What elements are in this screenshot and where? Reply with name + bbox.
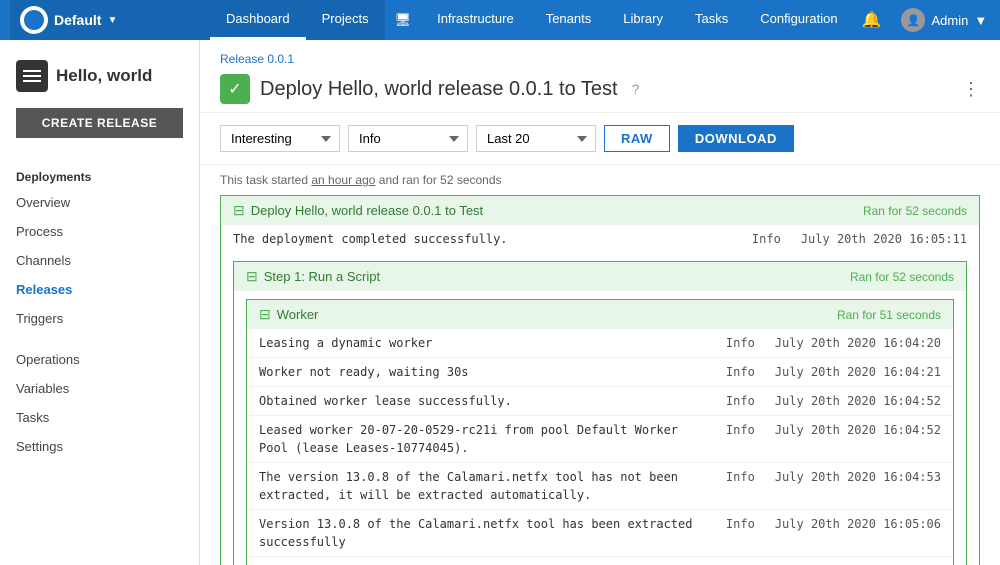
sidebar-project-title: Hello, world: [56, 66, 152, 86]
step1-collapse-icon[interactable]: ⊟: [246, 268, 258, 285]
nav-items: Dashboard Projects 🖥 Infrastructure Tena…: [210, 0, 854, 40]
nav-configuration[interactable]: Configuration: [744, 0, 853, 40]
deployment-title: Deploy Hello, world release 0.0.1 to Tes…: [260, 78, 618, 101]
info-select[interactable]: Info: [348, 125, 468, 152]
nav-right: 🔔 👤 Admin ▼: [854, 8, 996, 32]
raw-button[interactable]: RAW: [604, 125, 670, 152]
deployment-header: Release 0.0.1 ✓ Deploy Hello, world rele…: [200, 40, 1000, 113]
last-select[interactable]: Last 20: [476, 125, 596, 152]
log-entry: Hello, World! Info July 20th 2020 16:05:…: [247, 556, 953, 565]
sidebar-item-triggers[interactable]: Triggers: [0, 304, 199, 333]
sidebar-item-process[interactable]: Process: [0, 217, 199, 246]
user-menu[interactable]: 👤 Admin ▼: [893, 8, 995, 32]
sidebar: Hello, world CREATE RELEASE Deployments …: [0, 40, 200, 565]
log-section-step1-duration: Ran for 52 seconds: [850, 270, 954, 284]
deployment-title-row: ✓ Deploy Hello, world release 0.0.1 to T…: [220, 74, 980, 104]
layout: Hello, world CREATE RELEASE Deployments …: [0, 40, 1000, 565]
brand-name: Default: [54, 12, 101, 28]
project-icon: [16, 60, 48, 92]
sidebar-item-releases[interactable]: Releases: [0, 275, 199, 304]
log-level-select[interactable]: Interesting: [220, 125, 340, 152]
sidebar-item-tasks[interactable]: Tasks: [0, 403, 199, 432]
log-section-main: ⊟ Deploy Hello, world release 0.0.1 to T…: [220, 195, 980, 565]
filter-bar: Interesting Info Last 20 RAW DOWNLOAD: [200, 113, 1000, 165]
log-section-step1-title: ⊟ Step 1: Run a Script: [246, 268, 380, 285]
nav-projects[interactable]: Projects: [306, 0, 385, 40]
log-entry: Obtained worker lease successfully. Info…: [247, 386, 953, 415]
sidebar-item-variables[interactable]: Variables: [0, 374, 199, 403]
brand-dropdown-icon: ▼: [107, 15, 117, 26]
brand-area[interactable]: Default ▼: [10, 0, 210, 40]
log-entry: The version 13.0.8 of the Calamari.netfx…: [247, 462, 953, 509]
log-section-main-duration: Ran for 52 seconds: [863, 204, 967, 218]
breadcrumb[interactable]: Release 0.0.1: [220, 52, 980, 66]
deployments-title: Deployments: [0, 160, 199, 188]
nav-tasks[interactable]: Tasks: [679, 0, 744, 40]
sidebar-item-operations[interactable]: Operations: [0, 345, 199, 374]
user-name: Admin: [931, 13, 968, 28]
check-icon: ✓: [228, 79, 241, 99]
user-dropdown-icon: ▼: [974, 13, 987, 28]
nav-monitor[interactable]: 🖥: [385, 0, 422, 40]
more-options-icon[interactable]: ⋮: [962, 79, 980, 100]
log-area: ⊟ Deploy Hello, world release 0.0.1 to T…: [200, 195, 1000, 565]
log-section-main-title: ⊟ Deploy Hello, world release 0.0.1 to T…: [233, 202, 483, 219]
other-section: Operations Variables Tasks Settings: [0, 339, 199, 467]
download-button[interactable]: DOWNLOAD: [678, 125, 794, 152]
top-navigation: Default ▼ Dashboard Projects 🖥 Infrastru…: [0, 0, 1000, 40]
nav-infrastructure[interactable]: Infrastructure: [421, 0, 530, 40]
sidebar-item-channels[interactable]: Channels: [0, 246, 199, 275]
worker-collapse-icon[interactable]: ⊟: [259, 306, 271, 323]
log-section-step1: ⊟ Step 1: Run a Script Ran for 52 second…: [233, 261, 967, 565]
log-section-step1-header: ⊟ Step 1: Run a Script Ran for 52 second…: [234, 262, 966, 291]
log-entries-main: The deployment completed successfully. I…: [221, 225, 979, 253]
main-content: Release 0.0.1 ✓ Deploy Hello, world rele…: [200, 40, 1000, 565]
log-entry: Leasing a dynamic worker Info July 20th …: [247, 329, 953, 357]
notification-bell-icon[interactable]: 🔔: [854, 10, 890, 30]
log-section-worker-title: ⊟ Worker: [259, 306, 318, 323]
sidebar-item-overview[interactable]: Overview: [0, 188, 199, 217]
task-started-text: This task started an hour ago and ran fo…: [200, 165, 1000, 195]
log-section-worker-header: ⊟ Worker Ran for 51 seconds: [247, 300, 953, 329]
log-entry: Version 13.0.8 of the Calamari.netfx too…: [247, 509, 953, 556]
log-entry: Worker not ready, waiting 30s Info July …: [247, 357, 953, 386]
create-release-button[interactable]: CREATE RELEASE: [16, 108, 183, 138]
main-inner: Release 0.0.1 ✓ Deploy Hello, world rele…: [200, 40, 1000, 565]
log-section-collapse-icon[interactable]: ⊟: [233, 202, 245, 219]
help-icon[interactable]: ?: [632, 81, 640, 97]
log-entry: Leased worker 20-07-20-0529-rc21i from p…: [247, 415, 953, 462]
log-entries-worker: Leasing a dynamic worker Info July 20th …: [247, 329, 953, 565]
avatar: 👤: [901, 8, 925, 32]
log-section-worker: ⊟ Worker Ran for 51 seconds Leasing a dy…: [246, 299, 954, 565]
sidebar-item-settings[interactable]: Settings: [0, 432, 199, 461]
deployments-section: Deployments Overview Process Channels Re…: [0, 154, 199, 339]
nav-tenants[interactable]: Tenants: [530, 0, 608, 40]
log-section-main-header: ⊟ Deploy Hello, world release 0.0.1 to T…: [221, 196, 979, 225]
success-badge: ✓: [220, 74, 250, 104]
nav-library[interactable]: Library: [607, 0, 679, 40]
brand-logo: [20, 6, 48, 34]
log-entry: The deployment completed successfully. I…: [221, 225, 979, 253]
sidebar-project-header: Hello, world: [0, 40, 199, 104]
log-section-worker-duration: Ran for 51 seconds: [837, 308, 941, 322]
monitor-icon: 🖥: [395, 12, 412, 28]
nav-dashboard[interactable]: Dashboard: [210, 0, 306, 40]
